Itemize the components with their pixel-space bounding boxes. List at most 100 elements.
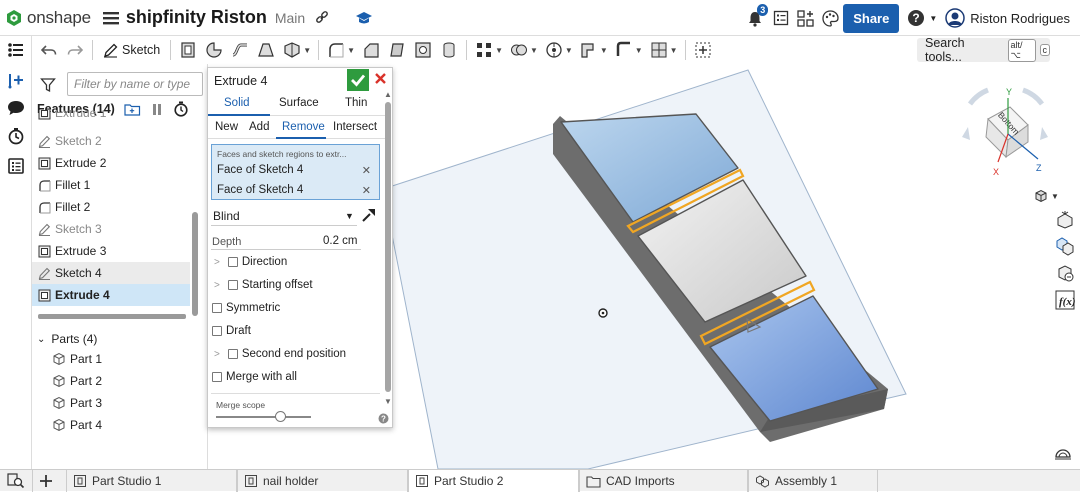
mass-properties-icon[interactable]	[1055, 263, 1075, 283]
part-item[interactable]: Part 4	[52, 418, 102, 432]
merge-scope-field[interactable]: Merge scope	[211, 393, 380, 423]
task-list-icon[interactable]	[773, 10, 789, 26]
scroll-down-icon[interactable]: ▼	[384, 397, 392, 406]
surface-tools-icon[interactable]	[648, 39, 670, 61]
document-title[interactable]: shipfinity Riston	[126, 7, 267, 28]
share-button[interactable]: Share	[843, 3, 900, 33]
mate-options-caret[interactable]: ▼	[565, 46, 573, 55]
tab-assembly-1[interactable]: Assembly 1	[748, 470, 878, 492]
linear-pattern-icon[interactable]	[473, 39, 495, 61]
extrude-tool-icon[interactable]	[177, 39, 199, 61]
feature-item[interactable]: Fillet 2	[32, 196, 190, 218]
direction-option[interactable]: > Direction	[214, 256, 287, 268]
op-intersect[interactable]: Intersect	[333, 121, 377, 133]
expand-chevron-icon[interactable]: >	[214, 257, 220, 268]
user-avatar-icon[interactable]	[945, 8, 966, 28]
op-new[interactable]: New	[215, 121, 238, 133]
feature-list-scrollbar[interactable]	[192, 212, 198, 316]
sheet-metal-icon[interactable]	[613, 39, 635, 61]
accept-button[interactable]	[347, 69, 369, 91]
tab-solid[interactable]: Solid	[224, 97, 250, 109]
appearance-palette-icon[interactable]	[822, 9, 839, 27]
loft-tool-icon[interactable]	[255, 39, 277, 61]
user-name[interactable]: Riston Rodrigues	[970, 11, 1070, 26]
draft-checkbox[interactable]	[212, 326, 222, 336]
hamburger-menu-icon[interactable]	[102, 11, 119, 25]
hole-tool-icon[interactable]	[438, 39, 460, 61]
merge-scope-slider-track[interactable]	[216, 416, 311, 418]
tab-manager-search-icon[interactable]	[7, 473, 25, 489]
feature-list-h-scrollbar[interactable]	[38, 314, 186, 319]
sketch-button[interactable]: Sketch	[103, 43, 160, 58]
sheet-metal-caret[interactable]: ▼	[635, 46, 643, 55]
graphics-display-icon[interactable]	[1054, 444, 1072, 460]
app-store-icon[interactable]	[797, 9, 814, 27]
add-tab-icon[interactable]	[38, 473, 54, 489]
flip-direction-icon[interactable]	[360, 206, 378, 224]
face-selection-item[interactable]: Face of Sketch 4 ✕	[217, 164, 375, 177]
expand-chevron-icon[interactable]: >	[214, 349, 220, 360]
tab-part-studio-1[interactable]: Part Studio 1	[66, 470, 237, 492]
link-icon[interactable]	[315, 10, 329, 25]
feature-item[interactable]: Sketch 4	[32, 262, 190, 284]
tab-thin[interactable]: Thin	[345, 97, 367, 109]
tab-nail-holder[interactable]: nail holder	[237, 470, 408, 492]
second-end-option[interactable]: > Second end position	[214, 348, 346, 360]
merge-all-option[interactable]: Merge with all	[212, 371, 297, 383]
feature-item[interactable]: Extrude 2	[32, 152, 190, 174]
help-icon[interactable]: ?	[907, 9, 925, 27]
starting-offset-option[interactable]: > Starting offset	[214, 279, 313, 291]
surface-tools-caret[interactable]: ▼	[670, 46, 678, 55]
remove-face-icon[interactable]: ✕	[362, 164, 371, 177]
mate-connector-icon[interactable]	[543, 39, 565, 61]
boolean-options-caret[interactable]: ▼	[530, 46, 538, 55]
part-item[interactable]: Part 2	[52, 374, 102, 388]
thicken-tool-icon[interactable]	[281, 39, 303, 61]
dialog-scroll-thumb[interactable]	[385, 102, 391, 392]
faces-selection-box[interactable]: Faces and sketch regions to extr... Face…	[211, 144, 380, 200]
add-custom-feature-icon[interactable]	[692, 39, 714, 61]
symmetric-option[interactable]: Symmetric	[212, 302, 280, 314]
part-item[interactable]: Part 1	[52, 352, 102, 366]
comments-icon[interactable]	[7, 99, 25, 117]
boolean-tool-icon[interactable]	[508, 39, 530, 61]
search-tools-field[interactable]: Search tools... alt/⌥ c	[917, 36, 1050, 64]
parts-section-header[interactable]: ⌄ Parts (4)	[37, 332, 97, 346]
appearance-panel-icon[interactable]	[1055, 210, 1075, 230]
merge-all-checkbox[interactable]	[212, 372, 222, 382]
feature-item[interactable]: Fillet 1	[32, 174, 190, 196]
expand-chevron-icon[interactable]: >	[214, 280, 220, 291]
sweep-tool-icon[interactable]	[229, 39, 251, 61]
feature-filter-input[interactable]: Filter by name or type	[67, 72, 203, 96]
feature-list-icon[interactable]	[7, 41, 25, 59]
depth-input[interactable]: 0.2 cm	[323, 235, 358, 247]
feature-item[interactable]: Sketch 2	[32, 130, 190, 152]
filter-funnel-icon[interactable]	[40, 77, 56, 93]
dialog-help-icon[interactable]: ?	[378, 413, 389, 424]
plane-tool-icon[interactable]	[578, 39, 600, 61]
shell-tool-icon[interactable]	[412, 39, 434, 61]
variable-table-icon[interactable]	[7, 157, 25, 175]
face-selection-item[interactable]: Face of Sketch 4 ✕	[217, 184, 375, 197]
help-dropdown-icon[interactable]: ▼	[929, 14, 937, 23]
more-solid-tools-caret[interactable]: ▼	[303, 46, 311, 55]
starting-offset-checkbox[interactable]	[227, 280, 238, 290]
learning-center-icon[interactable]	[355, 11, 373, 25]
cancel-button[interactable]	[374, 72, 387, 85]
revolve-tool-icon[interactable]	[203, 39, 225, 61]
parts-expand-chevron-icon[interactable]: ⌄	[37, 334, 45, 345]
configurations-icon[interactable]	[1055, 236, 1075, 256]
view-orientation-cube-icon[interactable]: ▼	[1034, 189, 1060, 203]
feature-item[interactable]: Extrude 1	[32, 110, 190, 120]
branch-name[interactable]: Main	[275, 10, 305, 26]
scroll-up-icon[interactable]: ▲	[384, 90, 392, 99]
insert-feature-icon[interactable]	[7, 71, 25, 89]
tab-part-studio-2[interactable]: Part Studio 2	[408, 470, 579, 492]
dialog-scrollbar[interactable]: ▲ ▼	[384, 90, 392, 408]
direction-checkbox[interactable]	[227, 257, 238, 267]
view-cube[interactable]: Bottom Y Z X	[958, 82, 1053, 182]
undo-icon[interactable]	[38, 39, 60, 61]
op-remove[interactable]: Remove	[282, 121, 325, 133]
remove-face-icon[interactable]: ✕	[362, 184, 371, 197]
redo-icon[interactable]	[64, 39, 86, 61]
